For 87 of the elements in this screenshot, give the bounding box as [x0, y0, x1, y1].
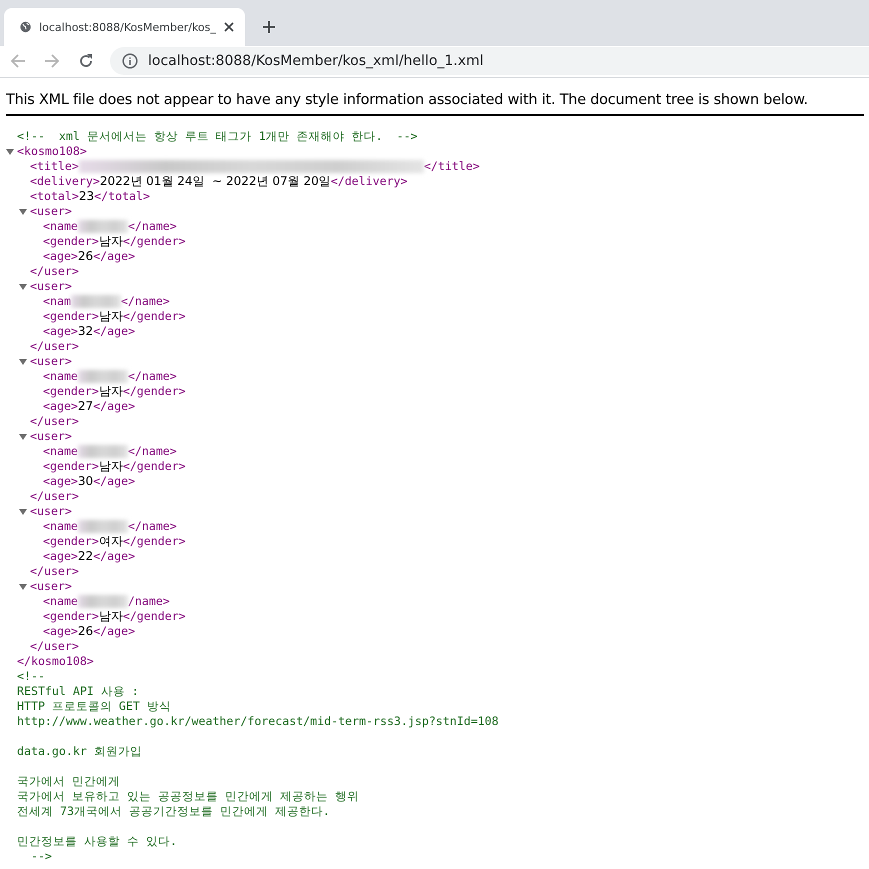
xml-tag: <gender> — [43, 534, 99, 549]
xml-value: 22 — [78, 549, 94, 564]
xml-value: 26 — [78, 249, 94, 264]
xml-tag: <name — [43, 519, 78, 534]
xml-tag: </gender> — [122, 459, 186, 474]
xml-value: 2022년 01월 24일 ~ 2022년 07월 20일 — [100, 174, 331, 189]
xml-tag: <gender> — [43, 609, 99, 624]
xml-tag: <name — [43, 219, 78, 234]
xml-tag: </age> — [93, 474, 136, 489]
xml-value: 23 — [78, 189, 94, 204]
xml-tag: </age> — [93, 624, 136, 639]
xml-tag: <gender> — [43, 309, 99, 324]
xml-tag: <title> — [30, 159, 79, 174]
xml-tag: </name> — [128, 519, 177, 534]
xml-tag: </name> — [128, 219, 177, 234]
xml-tag: </user> — [30, 414, 79, 429]
info-icon — [122, 53, 138, 69]
xml-tag: <gender> — [43, 234, 99, 249]
plus-icon[interactable] — [262, 20, 276, 34]
xml-value: 남자 — [98, 384, 123, 399]
xml-tag: </gender> — [122, 609, 186, 624]
url-text: localhost:8088/KosMember/kos_xml/hello_1.xml — [148, 53, 484, 69]
collapse-triangle-icon[interactable] — [19, 358, 27, 366]
notice-text: This XML file does not appear to have any style information associated with it. The document tree is shown below. — [6, 90, 864, 116]
xml-tag: </kosmo108> — [17, 654, 94, 669]
xml-tag: <user> — [30, 354, 72, 369]
xml-tag: <nam — [43, 294, 71, 309]
xml-tag: </name> — [120, 294, 170, 309]
collapse-triangle-icon[interactable] — [19, 432, 27, 440]
xml-tag: /name> — [128, 594, 170, 609]
xml-tag: <gender> — [43, 459, 99, 474]
xml-comment: <!-- RESTful API 사용 : HTTP 프로토콜의 GET 방식 http://www.weather.go.kr/weather/forecast/mid-term-rss3.jsp?stnId=108 data.go.kr 회원가입 국가에서 민간에게 국가에서 보유하고 있는 공공정보를 민간에게 제공하는 행위 전세계 73개국에서 공공기간정보를 민간에게 제공한다. 민간정보를 사용할 수 있다. --> — [17, 669, 499, 864]
xml-tag: <age> — [43, 624, 78, 639]
xml-tag: </user> — [30, 339, 79, 354]
xml-value: 남자 — [98, 459, 123, 474]
xml-value: 30 — [78, 474, 94, 489]
xml-value: 26 — [78, 624, 94, 639]
xml-tag: <delivery> — [30, 174, 100, 189]
collapse-triangle-icon[interactable] — [6, 148, 14, 156]
xml-comment: <!-- xml 문서에서는 항상 루트 태그가 1개만 존재해야 한다. --> — [17, 129, 418, 144]
xml-tag: <age> — [43, 399, 78, 414]
xml-tag: <name — [43, 594, 78, 609]
xml-tag: </gender> — [122, 234, 186, 249]
tab-title: localhost:8088/KosMember/kos_ — [39, 20, 216, 34]
xml-value: 남자 — [98, 234, 123, 249]
collapse-triangle-icon[interactable] — [19, 282, 27, 290]
browser-tab[interactable]: localhost:8088/KosMember/kos_ — [4, 8, 245, 46]
xml-tag: </gender> — [122, 309, 186, 324]
collapse-triangle-icon[interactable] — [19, 582, 27, 590]
xml-tag: <age> — [43, 324, 78, 339]
xml-tag: </total> — [94, 189, 150, 204]
xml-tag: <user> — [30, 579, 72, 594]
collapse-triangle-icon[interactable] — [19, 508, 27, 516]
xml-tag: <age> — [43, 249, 78, 264]
xml-tag: <user> — [30, 279, 72, 294]
xml-tag: <user> — [30, 504, 72, 519]
xml-tag: </age> — [93, 399, 136, 414]
xml-tag: <age> — [43, 474, 78, 489]
xml-tag: </name> — [128, 444, 177, 459]
xml-tag: <kosmo108> — [17, 144, 87, 159]
xml-tag: <age> — [43, 549, 78, 564]
xml-tag: <total> — [30, 189, 79, 204]
xml-tag: <name — [43, 369, 78, 384]
xml-value: 27 — [78, 399, 94, 414]
xml-tag: </user> — [30, 639, 79, 654]
xml-tag: </gender> — [122, 534, 186, 549]
xml-value: 남자 — [98, 609, 123, 624]
xml-tag: <user> — [30, 429, 72, 444]
xml-value: 32 — [78, 324, 94, 339]
xml-tag: </age> — [93, 249, 136, 264]
xml-tag: </user> — [30, 489, 79, 504]
xml-tag: </age> — [93, 324, 136, 339]
xml-tag: </name> — [128, 369, 177, 384]
xml-tag: <user> — [30, 204, 72, 219]
xml-tag: <gender> — [43, 384, 99, 399]
xml-tag: <name — [43, 444, 78, 459]
xml-tag: </delivery> — [330, 174, 408, 189]
xml-tag: </user> — [30, 264, 79, 279]
xml-value: 남자 — [98, 309, 123, 324]
globe-icon — [20, 19, 32, 35]
xml-tag: </age> — [93, 549, 136, 564]
collapse-triangle-icon[interactable] — [19, 208, 27, 216]
xml-tag: </gender> — [122, 384, 186, 399]
address-bar[interactable]: localhost:8088/KosMember/kos_xml/hello_1.xml — [110, 47, 869, 75]
xml-tag: </title> — [424, 159, 480, 174]
xml-tag: </user> — [30, 564, 79, 579]
xml-value: 여자 — [98, 534, 123, 549]
